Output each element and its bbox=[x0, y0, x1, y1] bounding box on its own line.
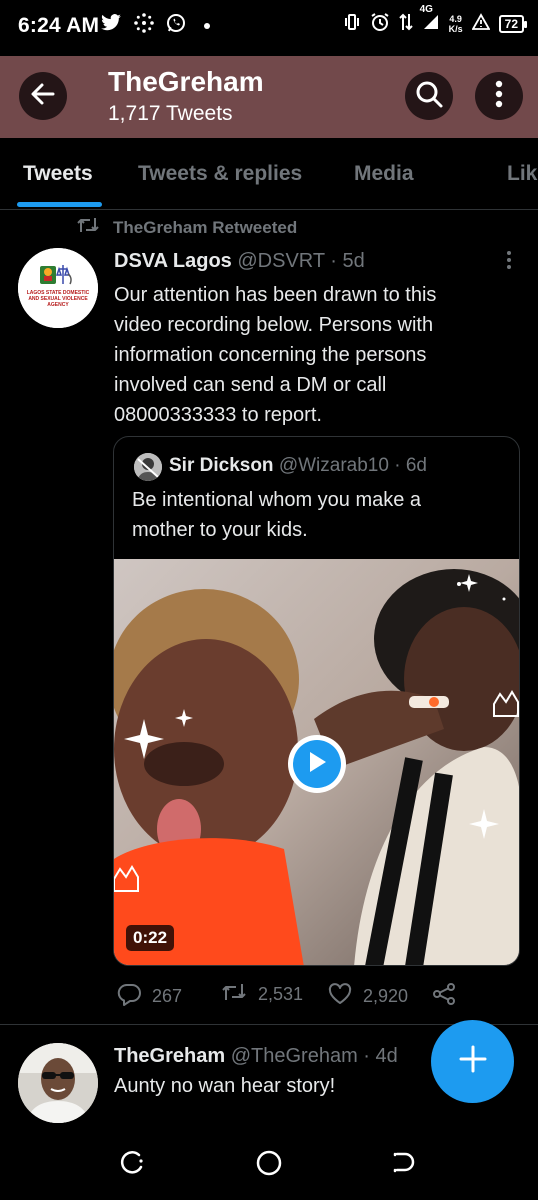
tweet-more-button[interactable] bbox=[500, 249, 518, 276]
video-duration: 0:22 bbox=[126, 925, 175, 951]
tab-tweets-and-replies[interactable]: Tweets & replies bbox=[138, 162, 302, 186]
tweet-text: Our attention has been drawn to this vid… bbox=[114, 280, 524, 430]
back-nav-icon bbox=[391, 1150, 417, 1181]
dsva-logo-text: LAGOS STATE DOMESTIC AND SEXUAL VIOLENCE… bbox=[26, 290, 90, 308]
alarm-icon bbox=[370, 12, 390, 35]
android-nav-bar bbox=[0, 1130, 538, 1200]
retweet-context[interactable]: TheGreham Retweeted bbox=[76, 216, 297, 239]
quoted-author-handle[interactable]: @Wizarab10 bbox=[279, 455, 389, 476]
tweet-text: Aunty no wan hear story! bbox=[114, 1075, 336, 1097]
battery-icon: 72 bbox=[498, 14, 528, 33]
recent-apps-icon bbox=[120, 1150, 146, 1181]
more-options-button[interactable] bbox=[475, 72, 523, 120]
active-tab-indicator bbox=[17, 202, 102, 207]
quoted-author-name[interactable]: Sir Dickson bbox=[169, 455, 274, 476]
avatar-sir-dickson[interactable] bbox=[134, 453, 162, 481]
reply-count: 267 bbox=[152, 986, 183, 1006]
author-name[interactable]: DSVA Lagos bbox=[114, 250, 232, 272]
quoted-tweet-card[interactable]: Sir Dickson @Wizarab10 · 6d Be intention… bbox=[113, 436, 520, 966]
tweet-text-line: video recording below. Persons with bbox=[114, 314, 434, 336]
quoted-tweet-time[interactable]: 6d bbox=[406, 455, 427, 476]
profile-tabs: Tweets Tweets & replies Media Likes bbox=[0, 138, 538, 210]
tweet-count: 1,717 Tweets bbox=[108, 102, 233, 125]
quoted-text-line: mother to your kids. bbox=[132, 519, 308, 541]
net-speed-value: 4.9 bbox=[449, 13, 462, 24]
share-icon bbox=[432, 982, 456, 1011]
arrow-left-icon bbox=[29, 80, 57, 113]
vibrate-icon bbox=[343, 13, 361, 34]
twitter-icon bbox=[100, 14, 122, 37]
heart-icon bbox=[327, 982, 353, 1011]
net-speed: 4.9 K/s bbox=[449, 14, 463, 34]
tweet-text-line: information concerning the persons bbox=[114, 344, 427, 366]
battery-level: 72 bbox=[504, 16, 518, 31]
author-name[interactable]: TheGreham bbox=[114, 1045, 225, 1067]
tab-tweets[interactable]: Tweets bbox=[23, 162, 93, 186]
back-nav-button[interactable] bbox=[389, 1150, 419, 1180]
reply-icon bbox=[116, 982, 142, 1011]
tweet-header: DSVA Lagos @DSVRT · 5d bbox=[114, 250, 365, 273]
tab-likes[interactable]: Likes bbox=[507, 162, 538, 186]
quoted-tweet-header: Sir Dickson @Wizarab10 · 6d bbox=[169, 455, 427, 477]
profile-header: TheGreham 1,717 Tweets bbox=[0, 56, 538, 138]
tweet-text-line: Our attention has been drawn to this bbox=[114, 284, 437, 306]
more-vertical-icon bbox=[495, 80, 503, 113]
search-icon bbox=[414, 79, 444, 114]
home-button[interactable] bbox=[254, 1150, 284, 1180]
recent-apps-button[interactable] bbox=[118, 1150, 148, 1180]
avatar-thegreham[interactable] bbox=[18, 1043, 98, 1123]
profile-title: TheGreham bbox=[108, 66, 264, 97]
dot-separator: · bbox=[363, 1045, 370, 1067]
retweet-icon bbox=[76, 216, 100, 239]
tweet-time[interactable]: 5d bbox=[343, 250, 365, 272]
reply-button[interactable]: 267 bbox=[116, 982, 182, 1011]
notification-dot-icon bbox=[204, 22, 210, 29]
play-button[interactable] bbox=[288, 735, 346, 793]
tweet-header: TheGreham @TheGreham · 4d bbox=[114, 1045, 398, 1068]
net-speed-unit: K/s bbox=[448, 23, 463, 34]
tweet-text-line: 08000333333 to report. bbox=[114, 404, 322, 426]
network-type-label: 4G bbox=[419, 4, 433, 15]
retweet-label: TheGreham Retweeted bbox=[113, 217, 298, 237]
tab-media[interactable]: Media bbox=[354, 162, 414, 186]
tweet-time[interactable]: 4d bbox=[376, 1045, 398, 1067]
quoted-tweet-text: Be intentional whom you make a mother to… bbox=[132, 485, 512, 545]
retweet-button[interactable]: 2,531 bbox=[220, 982, 303, 1007]
status-time: 6:24 AM bbox=[18, 14, 100, 37]
play-icon bbox=[307, 751, 327, 778]
retweet-icon bbox=[220, 982, 248, 1007]
plus-icon bbox=[458, 1044, 488, 1079]
compose-tweet-button[interactable] bbox=[431, 1020, 514, 1103]
app-grid-icon bbox=[134, 13, 154, 38]
warning-icon bbox=[471, 13, 491, 34]
tweet-text-line: involved can send a DM or call bbox=[114, 374, 387, 396]
home-circle-icon bbox=[255, 1149, 283, 1182]
author-handle[interactable]: @DSVRT bbox=[237, 250, 324, 272]
share-button[interactable] bbox=[432, 982, 456, 1011]
back-button[interactable] bbox=[19, 72, 67, 120]
like-count: 2,920 bbox=[363, 986, 409, 1006]
signal-icon: 4G bbox=[420, 4, 440, 34]
tweet-actions: 267 2,531 2,920 bbox=[116, 982, 476, 1012]
data-arrows-icon bbox=[398, 12, 413, 35]
video-player[interactable]: 0:22 bbox=[114, 559, 519, 965]
whatsapp-icon bbox=[166, 13, 186, 38]
like-button[interactable]: 2,920 bbox=[327, 982, 408, 1011]
search-button[interactable] bbox=[405, 72, 453, 120]
dot-separator: · bbox=[394, 455, 401, 476]
author-handle[interactable]: @TheGreham bbox=[231, 1045, 358, 1067]
avatar-dsva-lagos[interactable]: LAGOS STATE DOMESTIC AND SEXUAL VIOLENCE… bbox=[18, 248, 98, 328]
status-bar: 6:24 AM 4G 4.9 K/s 72 bbox=[0, 0, 538, 56]
more-vertical-icon bbox=[500, 251, 518, 275]
quoted-text-line: Be intentional whom you make a bbox=[132, 489, 422, 511]
dot-separator: · bbox=[330, 250, 337, 272]
retweet-count: 2,531 bbox=[258, 984, 304, 1004]
